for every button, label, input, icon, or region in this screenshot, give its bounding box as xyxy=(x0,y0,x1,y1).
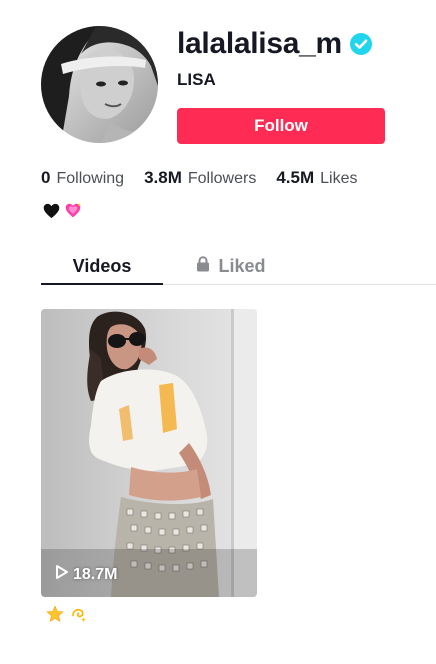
likes-label: Likes xyxy=(320,170,358,187)
tab-videos[interactable]: Videos xyxy=(41,248,163,284)
black-heart-icon xyxy=(43,203,60,218)
followers-count: 3.8M xyxy=(144,168,182,187)
following-label: Following xyxy=(56,170,125,187)
video-card[interactable]: 18.7M xyxy=(41,309,257,597)
video-caption[interactable] xyxy=(46,605,88,623)
followers-label: Followers xyxy=(187,170,257,187)
profile-stats: 0 Following 3.8M Followers 4.5M Likes xyxy=(41,168,377,188)
tab-liked-label: Liked xyxy=(218,255,266,276)
stat-followers[interactable]: 3.8M Followers xyxy=(144,168,256,188)
sparkling-heart-icon xyxy=(65,202,81,218)
bio xyxy=(43,202,82,219)
video-views: 18.7M xyxy=(55,564,117,585)
follow-button[interactable]: Follow xyxy=(177,108,385,144)
stat-following[interactable]: 0 Following xyxy=(41,168,124,188)
likes-count: 4.5M xyxy=(276,168,315,187)
verified-badge-icon xyxy=(349,33,372,55)
following-count: 0 xyxy=(41,168,51,187)
username: lalalalisa_m xyxy=(177,27,342,60)
views-count: 18.7M xyxy=(73,565,118,583)
avatar[interactable] xyxy=(41,26,158,143)
profile-page: lalalalisa_m LISA Follow 0 Following 3.8… xyxy=(0,0,436,664)
video-thumbnail xyxy=(41,309,257,597)
active-tab-indicator xyxy=(41,283,163,285)
tab-videos-label: Videos xyxy=(72,255,132,276)
profile-tabs: Videos Liked xyxy=(41,248,436,285)
dizzy-icon xyxy=(72,608,87,623)
lock-icon xyxy=(196,255,210,277)
username-row: lalalalisa_m xyxy=(177,24,372,64)
star-icon xyxy=(46,605,64,622)
tab-liked[interactable]: Liked xyxy=(171,248,291,284)
stat-likes: 4.5M Likes xyxy=(276,168,357,188)
nickname: LISA xyxy=(177,70,216,89)
play-icon xyxy=(55,564,69,585)
